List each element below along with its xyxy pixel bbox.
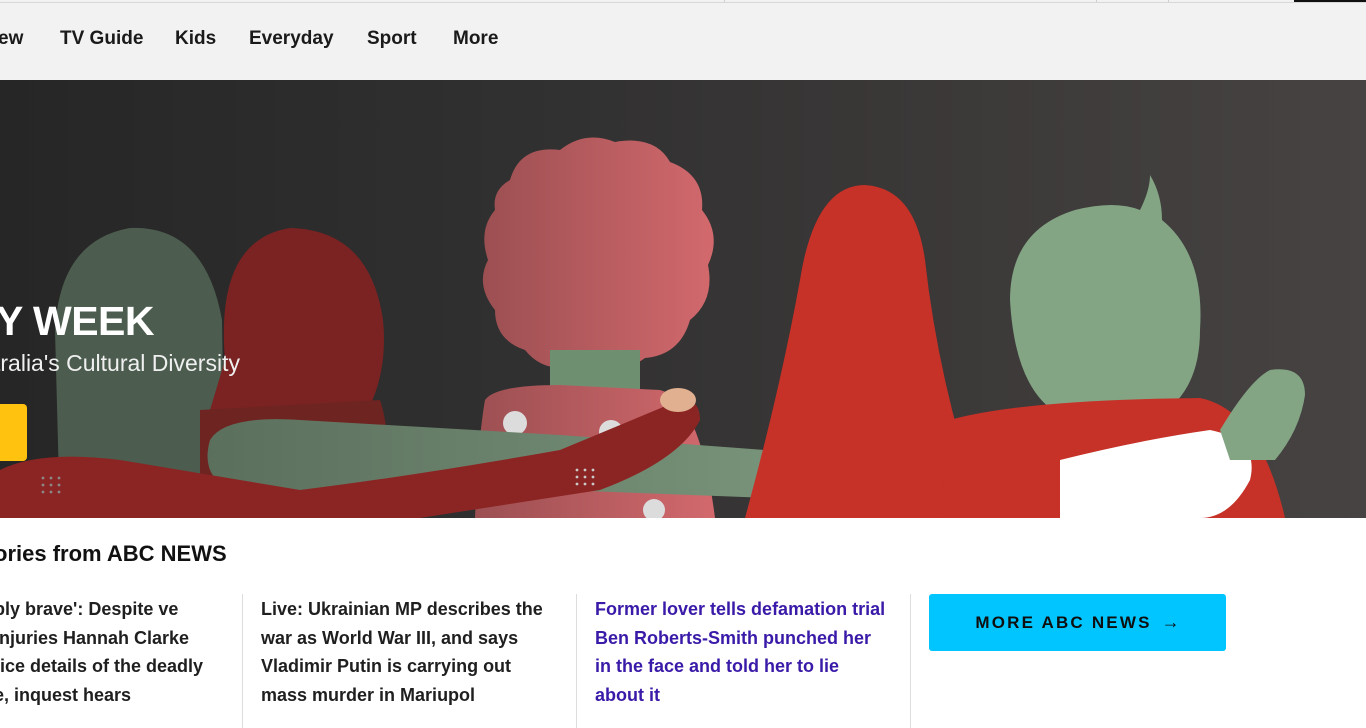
more-abc-news-button[interactable]: MORE ABC NEWS → <box>929 594 1226 651</box>
story-link-ukraine[interactable]: Live: Ukrainian MP describes the war as … <box>261 595 556 710</box>
nav-item-news[interactable]: ew <box>0 28 23 50</box>
column-divider <box>242 594 243 728</box>
more-abc-news-label: MORE ABC NEWS <box>975 612 1152 632</box>
main-navigation: ew TV Guide Kids Everyday Sport More <box>0 2 1366 81</box>
figure-green-right <box>940 175 1305 518</box>
hero-banner[interactable]: Y WEEK tralia's Cultural Diversity <box>0 80 1366 518</box>
nav-item-more[interactable]: More <box>453 28 498 50</box>
nav-item-tv-guide[interactable]: TV Guide <box>60 28 143 50</box>
hero-cta-button[interactable] <box>0 404 27 461</box>
stories-heading: ories from ABC NEWS <box>0 541 227 566</box>
hero-title: Y WEEK <box>0 298 155 344</box>
arrow-right-icon: → <box>1161 612 1180 632</box>
story-link-roberts-smith[interactable]: Former lover tells defamation trial Ben … <box>595 595 890 710</box>
column-divider <box>576 594 577 728</box>
nav-item-sport[interactable]: Sport <box>367 28 417 50</box>
hero-subtitle: tralia's Cultural Diversity <box>0 350 240 376</box>
nav-item-everyday[interactable]: Everyday <box>249 28 334 50</box>
column-divider <box>910 594 911 728</box>
nav-item-kids[interactable]: Kids <box>175 28 216 50</box>
story-link-hannah-clarke[interactable]: bly brave': Despite ve injuries Hannah C… <box>0 595 222 710</box>
hero-illustration <box>0 137 1305 518</box>
